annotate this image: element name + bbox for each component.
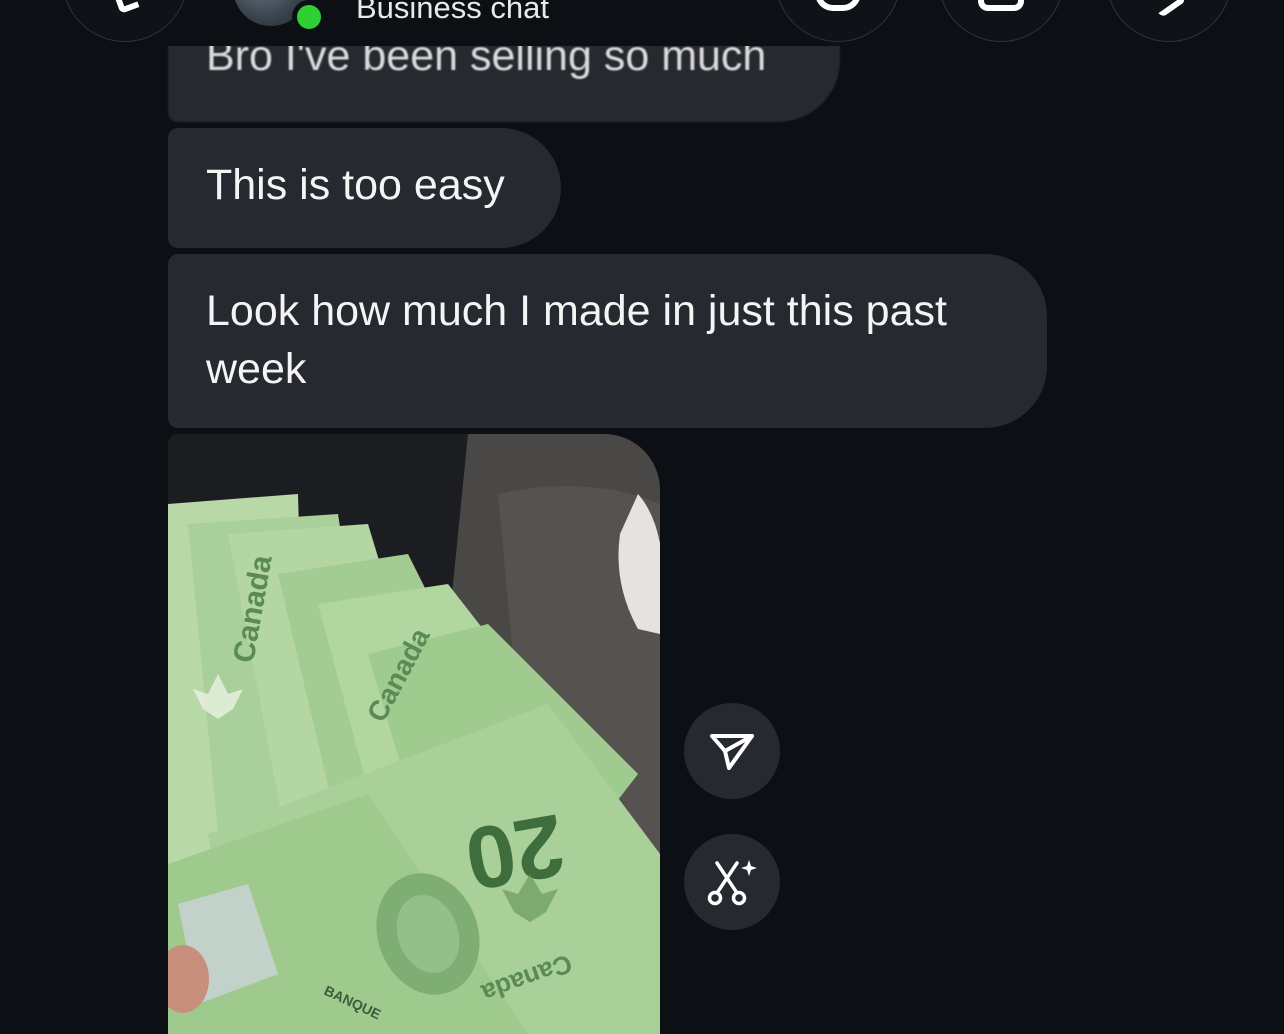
photo-attachment[interactable]: Canada Canada Canada 20 BANQUE [168,434,660,1034]
tag-icon [1151,0,1187,18]
scissors-sparkle-icon [707,860,757,906]
cutout-button[interactable] [684,834,780,930]
video-call-button[interactable] [938,0,1064,42]
message-text: This is too easy [206,161,505,209]
message-bubble[interactable]: This is too easy [168,128,561,248]
chat-header: Business chat [0,0,1284,46]
paper-plane-icon [710,734,754,770]
cash-photo: Canada Canada Canada 20 BANQUE [168,434,660,1034]
share-button[interactable] [684,703,780,799]
message-text: Look how much I made in just this past w… [206,287,947,393]
tag-button[interactable] [1106,0,1232,42]
back-button[interactable] [62,0,188,42]
message-bubble[interactable]: Look how much I made in just this past w… [168,254,1047,428]
online-status-dot [292,0,326,34]
phone-icon [815,0,861,11]
back-icon [114,0,140,14]
audio-call-button[interactable] [775,0,901,42]
chat-title[interactable]: Business chat [356,0,549,28]
video-icon [978,0,1024,11]
